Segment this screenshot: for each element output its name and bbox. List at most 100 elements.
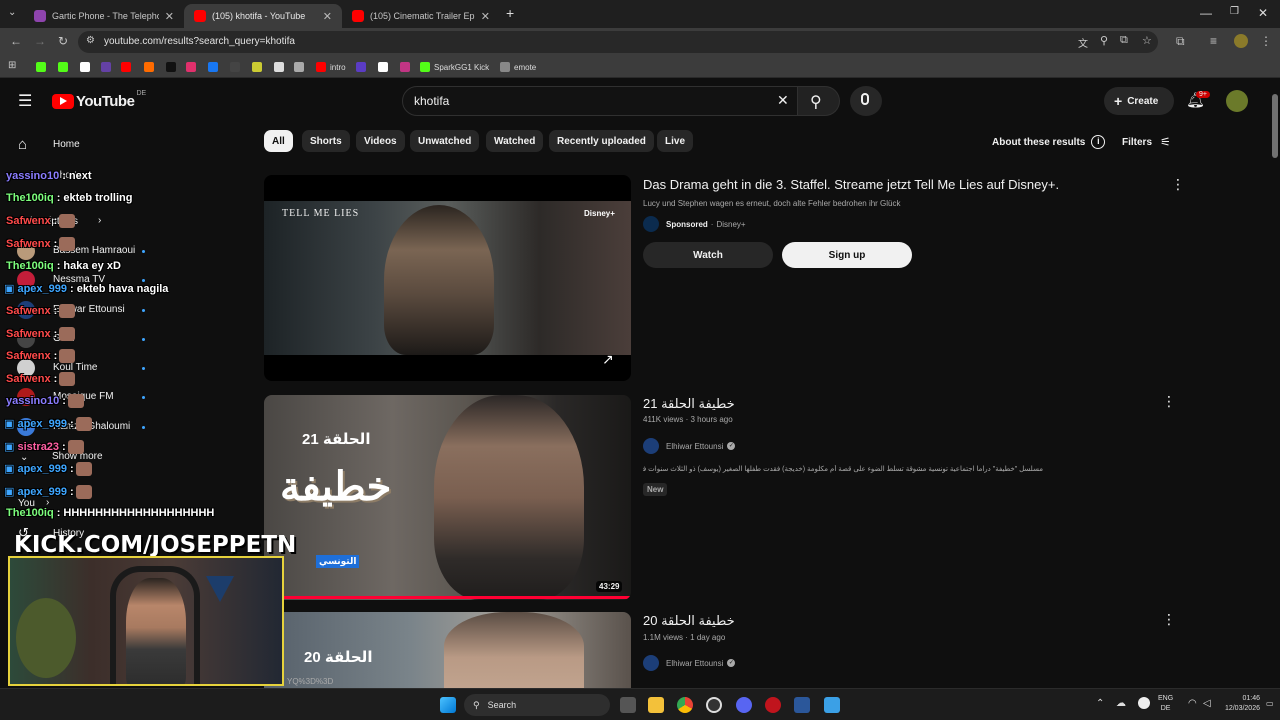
sign-up-button[interactable]: Sign up	[782, 242, 912, 268]
zoom-icon[interactable]: ⚲	[1100, 34, 1108, 47]
address-bar[interactable]: ⚙ youtube.com/results?search_query=khoti…	[78, 31, 1158, 53]
translate-icon[interactable]: 文	[1078, 35, 1088, 50]
tray-onedrive-icon[interactable]: ☁	[1116, 698, 1126, 709]
ad-thumbnail-brand: Disney+	[584, 209, 615, 218]
search-input[interactable]: khotifa ✕	[402, 86, 798, 116]
ad-thumbnail[interactable]: TELL ME LIES Disney+ ↗	[264, 175, 631, 381]
back-icon[interactable]: ←	[10, 34, 22, 48]
scrollbar[interactable]	[1270, 80, 1280, 688]
site-info-icon[interactable]: ⚙	[86, 35, 95, 46]
close-tab-icon[interactable]: ✕	[323, 10, 332, 23]
notification-center-icon[interactable]: ▭	[1266, 699, 1274, 708]
sidebar-item-home[interactable]: Home	[53, 139, 80, 150]
create-button[interactable]: + Create	[1104, 87, 1174, 115]
account-avatar[interactable]	[1226, 90, 1248, 112]
clock[interactable]: 01:46 12/03/2026	[1220, 694, 1260, 714]
bookmark-item[interactable]	[252, 61, 266, 73]
close-tab-icon[interactable]: ✕	[165, 10, 174, 23]
hamburger-menu-icon[interactable]: ☰	[18, 91, 32, 111]
bookmark-item[interactable]	[294, 61, 308, 73]
channel-row[interactable]: Elhiwar Ettounsi ✓	[643, 438, 736, 454]
start-icon[interactable]	[440, 697, 456, 713]
apps-icon[interactable]: ⊞	[8, 60, 16, 71]
profile-avatar[interactable]	[1234, 34, 1248, 48]
obs-icon[interactable]	[706, 697, 722, 713]
about-results-link[interactable]: About these results i	[992, 135, 1106, 149]
bookmark-item[interactable]	[121, 61, 135, 73]
clear-search-icon[interactable]: ✕	[777, 92, 789, 109]
voice-search-button[interactable]	[850, 86, 882, 116]
ad-more-options-icon[interactable]: ⋮	[1171, 176, 1185, 193]
bookmark-item[interactable]: emote	[500, 61, 536, 73]
youtube-logo[interactable]: YouTube DE	[52, 90, 146, 110]
bookmark-item[interactable]	[166, 61, 180, 73]
chrome-icon[interactable]	[677, 697, 693, 713]
chip-all[interactable]: All	[264, 130, 293, 152]
video-more-options-icon[interactable]: ⋮	[1162, 393, 1176, 410]
chip-recently-uploaded[interactable]: Recently uploaded	[549, 130, 654, 152]
extensions-icon[interactable]: ⧉	[1176, 34, 1185, 49]
browser-tab-youtube[interactable]: (105) khotifa - YouTube ✕	[184, 4, 342, 28]
bookmark-item[interactable]	[378, 61, 392, 73]
tray-chevron-icon[interactable]: ⌃	[1096, 698, 1104, 709]
close-tab-icon[interactable]: ✕	[481, 10, 490, 23]
open-external-icon[interactable]: ↗	[602, 351, 614, 368]
filters-button[interactable]: Filters ⚟	[1122, 135, 1171, 149]
wifi-icon[interactable]: ◠	[1188, 698, 1197, 709]
restore-icon[interactable]: ❐	[1230, 6, 1239, 17]
ad-title[interactable]: Das Drama geht in die 3. Staffel. Stream…	[643, 177, 1163, 192]
home-icon[interactable]: ⌂	[18, 136, 27, 153]
bookmark-item[interactable]	[356, 61, 370, 73]
bookmark-item[interactable]	[58, 61, 72, 73]
browser-tab-trailer[interactable]: (105) Cinematic Trailer Epic Adv ✕	[342, 4, 500, 28]
menu-icon[interactable]: ⋮	[1260, 34, 1272, 48]
volume-icon[interactable]: ◁	[1203, 698, 1211, 709]
bookmark-item[interactable]: SparkGG1 Kick	[420, 61, 489, 73]
bookmark-item[interactable]	[400, 61, 414, 73]
bookmark-item[interactable]	[101, 61, 115, 73]
video-title[interactable]: خطيفة الحلقة 21	[643, 396, 735, 412]
bookmark-item[interactable]	[36, 61, 50, 73]
chip-watched[interactable]: Watched	[486, 130, 544, 152]
notepad-icon[interactable]	[824, 697, 840, 713]
disney-avatar[interactable]	[643, 216, 659, 232]
chip-unwatched[interactable]: Unwatched	[410, 130, 480, 152]
reload-icon[interactable]: ↻	[58, 34, 68, 48]
tab-search-icon[interactable]: ⌄	[8, 7, 16, 18]
discord-icon[interactable]	[736, 697, 752, 713]
bookmark-star-icon[interactable]: ☆	[1142, 34, 1152, 47]
search-button[interactable]: ⚲	[798, 86, 840, 116]
chip-videos[interactable]: Videos	[356, 130, 405, 152]
tray-app-icon[interactable]	[1138, 697, 1150, 709]
chevron-right-icon[interactable]: ›	[98, 215, 101, 226]
new-tab-button[interactable]: +	[506, 5, 514, 21]
bookmark-item[interactable]	[208, 61, 222, 73]
scrollbar-thumb[interactable]	[1272, 94, 1278, 158]
chip-shorts[interactable]: Shorts	[302, 130, 350, 152]
video-more-options-icon[interactable]: ⋮	[1162, 611, 1176, 628]
video-thumbnail[interactable]: الحلقة 21 خطيفة التونسي 43:29	[264, 395, 631, 600]
task-view-icon[interactable]	[620, 697, 636, 713]
channel-row[interactable]: Elhiwar Ettounsi ✓	[643, 655, 736, 671]
bookmark-item[interactable]	[186, 61, 200, 73]
close-window-icon[interactable]: ✕	[1258, 6, 1268, 20]
recording-icon[interactable]	[765, 697, 781, 713]
bookmark-item[interactable]	[230, 61, 244, 73]
forward-icon[interactable]: →	[34, 34, 46, 48]
video-title[interactable]: خطيفة الحلقة 20	[643, 613, 735, 629]
channel-name: Elhiwar Ettounsi	[666, 441, 724, 451]
browser-tab-gartic[interactable]: Gartic Phone - The Telephone G ✕	[24, 4, 184, 28]
word-icon[interactable]	[794, 697, 810, 713]
taskbar-search[interactable]: ⚲ Search	[464, 694, 610, 716]
language-indicator[interactable]: ENG DE	[1158, 694, 1173, 714]
bookmark-item[interactable]: intro	[316, 61, 346, 73]
bookmark-item[interactable]	[144, 61, 158, 73]
bookmark-item[interactable]	[274, 61, 288, 73]
file-explorer-icon[interactable]	[648, 697, 664, 713]
chip-live[interactable]: Live	[657, 130, 694, 152]
reading-list-icon[interactable]: ≡	[1210, 34, 1217, 48]
watch-button[interactable]: Watch	[643, 242, 773, 268]
install-icon[interactable]: ⧉	[1120, 34, 1128, 47]
bookmark-item[interactable]	[80, 61, 94, 73]
minimize-icon[interactable]: —	[1200, 6, 1212, 20]
